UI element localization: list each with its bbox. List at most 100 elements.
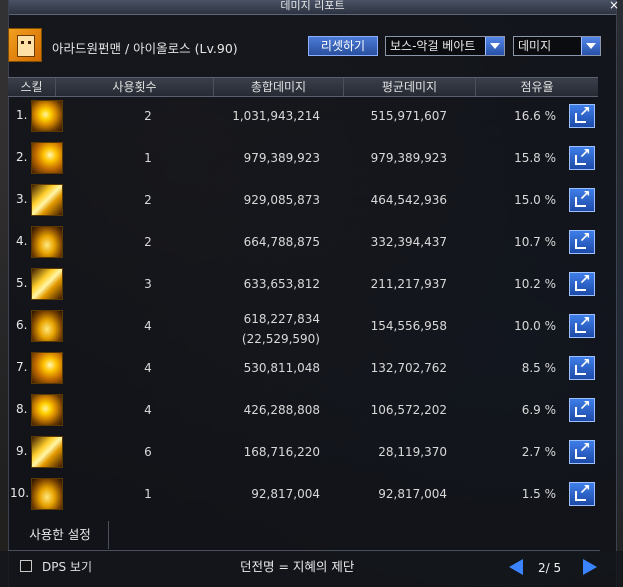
column-total-damage: 총합데미지	[214, 78, 344, 96]
window-title: 데미지 리포트	[280, 0, 345, 12]
table-row: 3. 2 929,085,873 464,542,936 15.0 %	[8, 180, 598, 222]
row-share: 16.6 %	[514, 109, 556, 123]
close-icon[interactable]: ×	[607, 0, 621, 12]
row-total-damage: 168,716,220	[243, 445, 320, 459]
metric-value: 데미지	[518, 39, 552, 53]
row-uses: 3	[144, 277, 152, 291]
row-total-damage: 979,389,923	[243, 151, 320, 165]
row-share: 10.2 %	[514, 277, 556, 291]
title-bar[interactable]: 데미지 리포트	[9, 0, 616, 15]
next-arrow-icon[interactable]	[583, 559, 597, 575]
export-icon[interactable]	[569, 230, 595, 254]
row-uses: 2	[144, 193, 152, 207]
row-share: 1.5 %	[521, 487, 556, 501]
row-average-damage: 464,542,936	[370, 193, 447, 207]
row-total-damage: 426,288,808	[243, 403, 320, 417]
table-row: 2. 1 979,389,923 979,389,923 15.8 %	[8, 138, 598, 180]
row-rank: 5.	[16, 276, 28, 290]
row-uses: 2	[144, 109, 152, 123]
skill-icon	[31, 100, 63, 132]
row-average-damage: 92,817,004	[378, 487, 447, 501]
skill-icon	[31, 352, 63, 384]
table-row: 5. 3 633,653,812 211,217,937 10.2 %	[8, 264, 598, 306]
skill-icon	[31, 394, 63, 426]
prev-arrow-icon[interactable]	[509, 559, 523, 575]
row-uses: 1	[144, 487, 152, 501]
row-uses: 4	[144, 319, 152, 333]
skill-icon	[31, 142, 63, 174]
export-icon[interactable]	[569, 272, 595, 296]
dps-checkbox[interactable]	[20, 560, 32, 572]
target-filter-select[interactable]: 보스-악걸 베아트	[385, 36, 505, 56]
dungeon-name: 던전명 = 지혜의 제단	[240, 559, 355, 574]
export-icon[interactable]	[569, 146, 595, 170]
row-average-damage: 332,394,437	[370, 235, 447, 249]
dps-label[interactable]: DPS 보기	[42, 558, 92, 575]
row-uses: 4	[144, 403, 152, 417]
row-share: 10.7 %	[514, 235, 556, 249]
row-average-damage: 28,119,370	[378, 445, 447, 459]
row-share: 2.7 %	[521, 445, 556, 459]
character-avatar	[8, 28, 42, 62]
export-icon[interactable]	[569, 104, 595, 128]
chevron-down-icon[interactable]	[581, 37, 600, 55]
row-uses: 4	[144, 361, 152, 375]
skill-icon	[31, 478, 63, 510]
row-total-damage-sub: (22,529,590)	[241, 332, 320, 346]
row-total-damage: 618,227,834	[243, 312, 320, 326]
skill-icon	[31, 184, 63, 216]
table-row: 8. 4 426,288,808 106,572,202 6.9 %	[8, 390, 598, 432]
column-uses: 사용횟수	[56, 78, 214, 96]
column-share: 점유율	[520, 80, 554, 94]
row-rank: 9.	[16, 444, 28, 458]
table-row: 10. 1 92,817,004 92,817,004 1.5 %	[8, 474, 598, 516]
row-rank: 10.	[10, 486, 30, 500]
row-average-damage: 132,702,762	[370, 361, 447, 375]
skill-icon	[31, 268, 63, 300]
row-average-damage: 979,389,923	[370, 151, 447, 165]
export-icon[interactable]	[569, 398, 595, 422]
row-share: 8.5 %	[521, 361, 556, 375]
export-icon[interactable]	[569, 356, 595, 380]
table-row: 7. 4 530,811,048 132,702,762 8.5 %	[8, 348, 598, 390]
chevron-down-icon[interactable]	[485, 37, 504, 55]
export-icon[interactable]	[569, 482, 595, 506]
row-rank: 3.	[16, 192, 28, 206]
row-rank: 2.	[16, 150, 28, 164]
row-total-damage: 92,817,004	[251, 487, 320, 501]
row-share: 6.9 %	[521, 403, 556, 417]
row-total-damage: 1,031,943,214	[232, 109, 320, 123]
used-settings-tab[interactable]: 사용한 설정	[12, 521, 109, 549]
table-row: 1. 2 1,031,943,214 515,971,607 16.6 %	[8, 96, 598, 138]
row-total-damage: 929,085,873	[243, 193, 320, 207]
reset-button[interactable]: 리셋하기	[308, 36, 378, 56]
export-icon[interactable]	[569, 314, 595, 338]
report-header: 아라드원펀맨 / 아이올로스 (Lv.90) 리셋하기 보스-악걸 베아트 데미…	[8, 28, 601, 62]
page-indicator: 2/ 5	[538, 561, 562, 575]
row-share: 10.0 %	[514, 319, 556, 333]
skill-icon	[31, 310, 63, 342]
row-total-damage: 664,788,875	[243, 235, 320, 249]
row-average-damage: 211,217,937	[370, 277, 447, 291]
row-uses: 6	[144, 445, 152, 459]
row-uses: 2	[144, 235, 152, 249]
row-share: 15.0 %	[514, 193, 556, 207]
table-row: 4. 2 664,788,875 332,394,437 10.7 %	[8, 222, 598, 264]
row-total-damage: 633,653,812	[243, 277, 320, 291]
metric-select[interactable]: 데미지	[513, 36, 601, 56]
row-average-damage: 515,971,607	[370, 109, 447, 123]
table-row: 9. 6 168,716,220 28,119,370 2.7 %	[8, 432, 598, 474]
row-rank: 6.	[16, 318, 28, 332]
row-rank: 7.	[16, 360, 28, 374]
column-skill: 스킬	[8, 78, 56, 96]
row-rank: 4.	[16, 234, 28, 248]
skill-icon	[31, 226, 63, 258]
row-total-damage: 530,811,048	[243, 361, 320, 375]
row-rank: 8.	[16, 402, 28, 416]
export-icon[interactable]	[569, 188, 595, 212]
character-name: 아라드원펀맨 / 아이올로스 (Lv.90)	[52, 41, 238, 56]
table-header: 스킬 사용횟수 총합데미지 평균데미지 점유율	[8, 77, 598, 97]
column-average-damage: 평균데미지	[344, 78, 476, 96]
export-icon[interactable]	[569, 440, 595, 464]
row-average-damage: 154,556,958	[370, 319, 447, 333]
